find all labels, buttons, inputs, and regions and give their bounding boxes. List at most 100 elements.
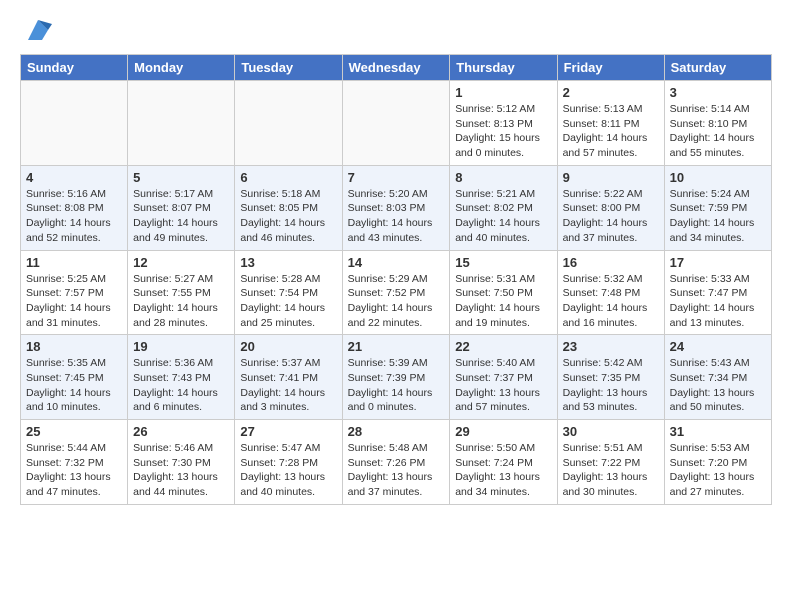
- day-number: 31: [670, 424, 766, 439]
- calendar-week-row: 1Sunrise: 5:12 AM Sunset: 8:13 PM Daylig…: [21, 81, 772, 166]
- day-number: 10: [670, 170, 766, 185]
- calendar-cell: [342, 81, 450, 166]
- day-number: 28: [348, 424, 445, 439]
- calendar-cell: 2Sunrise: 5:13 AM Sunset: 8:11 PM Daylig…: [557, 81, 664, 166]
- day-number: 23: [563, 339, 659, 354]
- calendar-day-header: Wednesday: [342, 55, 450, 81]
- calendar-cell: 11 Sunrise: 5:25 AM Sunset: 7:57 PM Dayli…: [21, 250, 128, 335]
- calendar-cell: 26 Sunrise: 5:46 AM Sunset: 7:30 PM Dayli…: [128, 420, 235, 505]
- day-number: 19: [133, 339, 229, 354]
- day-info: Sunrise: 5:43 AM Sunset: 7:34 PM Dayligh…: [670, 356, 766, 415]
- day-info: Sunrise: 5:51 AM Sunset: 7:22 PM Dayligh…: [563, 441, 659, 500]
- calendar-cell: 23 Sunrise: 5:42 AM Sunset: 7:35 PM Dayli…: [557, 335, 664, 420]
- calendar-cell: 22 Sunrise: 5:40 AM Sunset: 7:37 PM Dayli…: [450, 335, 557, 420]
- day-number: 5: [133, 170, 229, 185]
- day-number: 25: [26, 424, 122, 439]
- calendar-cell: 10 Sunrise: 5:24 AM Sunset: 7:59 PM Dayli…: [664, 165, 771, 250]
- day-info: Sunrise: 5:50 AM Sunset: 7:24 PM Dayligh…: [455, 441, 551, 500]
- day-info: Sunrise: 5:24 AM Sunset: 7:59 PM Dayligh…: [670, 187, 766, 246]
- calendar-cell: 14Sunrise: 5:29 AM Sunset: 7:52 PM Dayli…: [342, 250, 450, 335]
- day-number: 22: [455, 339, 551, 354]
- calendar-week-row: 11 Sunrise: 5:25 AM Sunset: 7:57 PM Dayli…: [21, 250, 772, 335]
- day-info: Sunrise: 5:21 AM Sunset: 8:02 PM Dayligh…: [455, 187, 551, 246]
- calendar-week-row: 18 Sunrise: 5:35 AM Sunset: 7:45 PM Dayli…: [21, 335, 772, 420]
- day-info: Sunrise: 5:46 AM Sunset: 7:30 PM Dayligh…: [133, 441, 229, 500]
- calendar-cell: [128, 81, 235, 166]
- day-number: 24: [670, 339, 766, 354]
- day-number: 26: [133, 424, 229, 439]
- day-info: Sunrise: 5:20 AM Sunset: 8:03 PM Dayligh…: [348, 187, 445, 246]
- calendar-cell: 30 Sunrise: 5:51 AM Sunset: 7:22 PM Dayli…: [557, 420, 664, 505]
- day-number: 29: [455, 424, 551, 439]
- calendar-cell: 17Sunrise: 5:33 AM Sunset: 7:47 PM Dayli…: [664, 250, 771, 335]
- day-info: Sunrise: 5:32 AM Sunset: 7:48 PM Dayligh…: [563, 272, 659, 331]
- day-info: Sunrise: 5:42 AM Sunset: 7:35 PM Dayligh…: [563, 356, 659, 415]
- day-number: 11: [26, 255, 122, 270]
- page-header: [20, 20, 772, 44]
- day-info: Sunrise: 5:36 AM Sunset: 7:43 PM Dayligh…: [133, 356, 229, 415]
- day-info: Sunrise: 5:25 AM Sunset: 7:57 PM Dayligh…: [26, 272, 122, 331]
- calendar-cell: 18 Sunrise: 5:35 AM Sunset: 7:45 PM Dayli…: [21, 335, 128, 420]
- day-number: 6: [240, 170, 336, 185]
- day-number: 21: [348, 339, 445, 354]
- day-info: Sunrise: 5:35 AM Sunset: 7:45 PM Dayligh…: [26, 356, 122, 415]
- day-number: 13: [240, 255, 336, 270]
- day-info: Sunrise: 5:12 AM Sunset: 8:13 PM Dayligh…: [455, 102, 551, 161]
- calendar-week-row: 25 Sunrise: 5:44 AM Sunset: 7:32 PM Dayli…: [21, 420, 772, 505]
- day-number: 16: [563, 255, 659, 270]
- calendar-cell: 21 Sunrise: 5:39 AM Sunset: 7:39 PM Dayli…: [342, 335, 450, 420]
- day-info: Sunrise: 5:44 AM Sunset: 7:32 PM Dayligh…: [26, 441, 122, 500]
- day-info: Sunrise: 5:53 AM Sunset: 7:20 PM Dayligh…: [670, 441, 766, 500]
- day-number: 7: [348, 170, 445, 185]
- calendar-table: SundayMondayTuesdayWednesdayThursdayFrid…: [20, 54, 772, 505]
- calendar-cell: 28 Sunrise: 5:48 AM Sunset: 7:26 PM Dayli…: [342, 420, 450, 505]
- day-info: Sunrise: 5:47 AM Sunset: 7:28 PM Dayligh…: [240, 441, 336, 500]
- day-number: 4: [26, 170, 122, 185]
- calendar-cell: 20 Sunrise: 5:37 AM Sunset: 7:41 PM Dayli…: [235, 335, 342, 420]
- day-info: Sunrise: 5:40 AM Sunset: 7:37 PM Dayligh…: [455, 356, 551, 415]
- day-number: 2: [563, 85, 659, 100]
- day-info: Sunrise: 5:39 AM Sunset: 7:39 PM Dayligh…: [348, 356, 445, 415]
- calendar-cell: 12Sunrise: 5:27 AM Sunset: 7:55 PM Dayli…: [128, 250, 235, 335]
- day-info: Sunrise: 5:18 AM Sunset: 8:05 PM Dayligh…: [240, 187, 336, 246]
- calendar-cell: 9Sunrise: 5:22 AM Sunset: 8:00 PM Daylig…: [557, 165, 664, 250]
- calendar-cell: 16 Sunrise: 5:32 AM Sunset: 7:48 PM Dayli…: [557, 250, 664, 335]
- logo: [20, 20, 52, 44]
- calendar-cell: 24 Sunrise: 5:43 AM Sunset: 7:34 PM Dayli…: [664, 335, 771, 420]
- day-info: Sunrise: 5:16 AM Sunset: 8:08 PM Dayligh…: [26, 187, 122, 246]
- day-number: 3: [670, 85, 766, 100]
- day-info: Sunrise: 5:31 AM Sunset: 7:50 PM Dayligh…: [455, 272, 551, 331]
- day-number: 12: [133, 255, 229, 270]
- calendar-cell: 3 Sunrise: 5:14 AM Sunset: 8:10 PM Daylig…: [664, 81, 771, 166]
- calendar-cell: 13 Sunrise: 5:28 AM Sunset: 7:54 PM Dayli…: [235, 250, 342, 335]
- day-info: Sunrise: 5:14 AM Sunset: 8:10 PM Dayligh…: [670, 102, 766, 161]
- day-info: Sunrise: 5:29 AM Sunset: 7:52 PM Dayligh…: [348, 272, 445, 331]
- day-number: 30: [563, 424, 659, 439]
- day-number: 15: [455, 255, 551, 270]
- day-number: 17: [670, 255, 766, 270]
- calendar-cell: 15 Sunrise: 5:31 AM Sunset: 7:50 PM Dayli…: [450, 250, 557, 335]
- calendar-cell: 1Sunrise: 5:12 AM Sunset: 8:13 PM Daylig…: [450, 81, 557, 166]
- day-number: 27: [240, 424, 336, 439]
- calendar-header: SundayMondayTuesdayWednesdayThursdayFrid…: [21, 55, 772, 81]
- calendar-cell: 4 Sunrise: 5:16 AM Sunset: 8:08 PM Daylig…: [21, 165, 128, 250]
- calendar-cell: 31 Sunrise: 5:53 AM Sunset: 7:20 PM Dayli…: [664, 420, 771, 505]
- logo-icon: [24, 16, 52, 44]
- day-number: 20: [240, 339, 336, 354]
- day-info: Sunrise: 5:37 AM Sunset: 7:41 PM Dayligh…: [240, 356, 336, 415]
- day-number: 8: [455, 170, 551, 185]
- calendar-cell: 25 Sunrise: 5:44 AM Sunset: 7:32 PM Dayli…: [21, 420, 128, 505]
- day-number: 9: [563, 170, 659, 185]
- calendar-day-header: Tuesday: [235, 55, 342, 81]
- calendar-cell: [21, 81, 128, 166]
- calendar-cell: 7 Sunrise: 5:20 AM Sunset: 8:03 PM Daylig…: [342, 165, 450, 250]
- day-info: Sunrise: 5:17 AM Sunset: 8:07 PM Dayligh…: [133, 187, 229, 246]
- calendar-cell: 19 Sunrise: 5:36 AM Sunset: 7:43 PM Dayli…: [128, 335, 235, 420]
- day-info: Sunrise: 5:28 AM Sunset: 7:54 PM Dayligh…: [240, 272, 336, 331]
- calendar-day-header: Sunday: [21, 55, 128, 81]
- calendar-cell: 27 Sunrise: 5:47 AM Sunset: 7:28 PM Dayli…: [235, 420, 342, 505]
- day-info: Sunrise: 5:48 AM Sunset: 7:26 PM Dayligh…: [348, 441, 445, 500]
- day-number: 18: [26, 339, 122, 354]
- calendar-cell: [235, 81, 342, 166]
- calendar-cell: 8 Sunrise: 5:21 AM Sunset: 8:02 PM Daylig…: [450, 165, 557, 250]
